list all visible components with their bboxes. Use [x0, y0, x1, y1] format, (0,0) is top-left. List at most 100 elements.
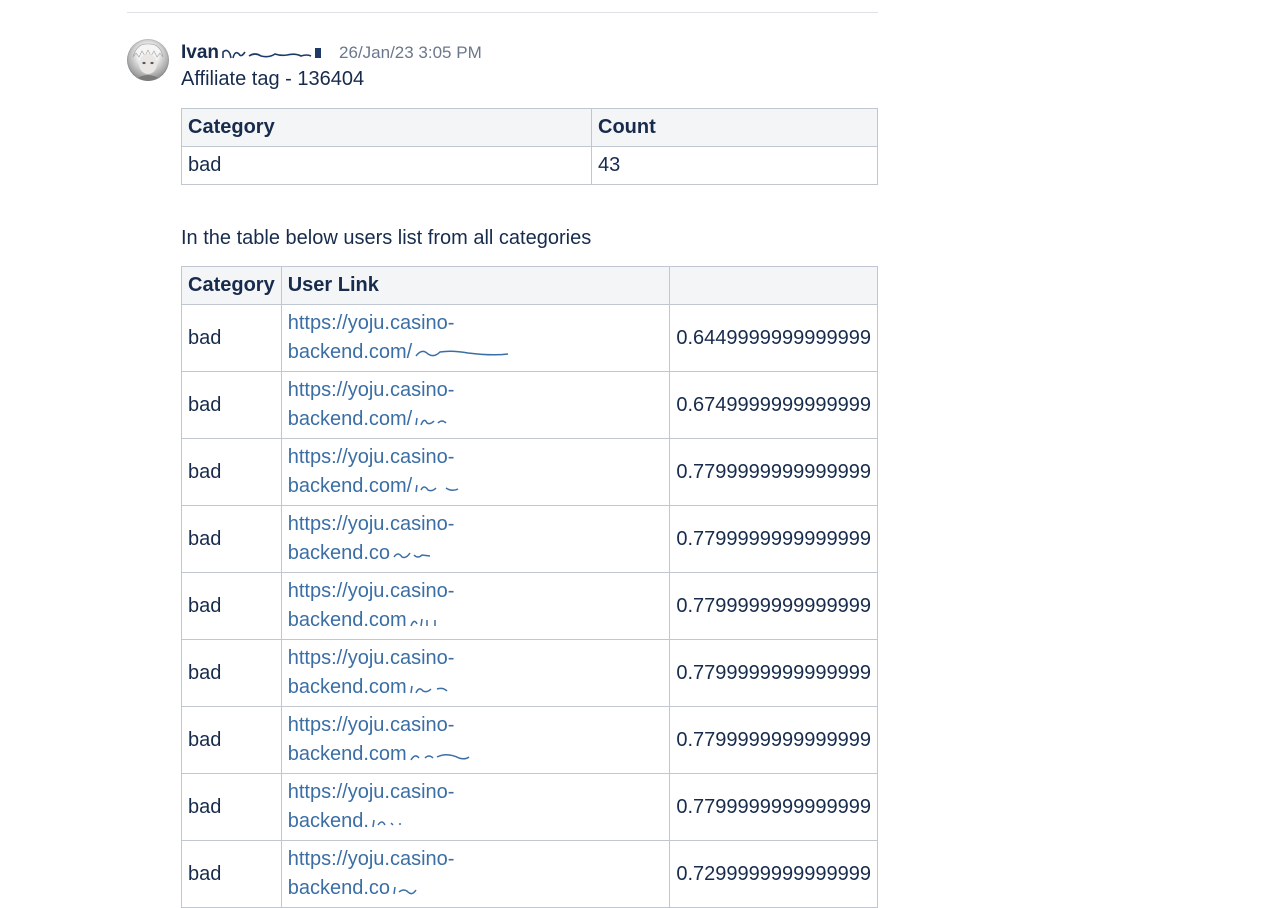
table-row: bad https://yoju.casino-backend.com/0.644… — [181, 304, 878, 372]
user-link-line-2[interactable]: backend.co — [288, 539, 664, 568]
category-cell: bad — [181, 371, 282, 439]
redaction-scribble — [415, 484, 459, 492]
table-header-row: Category User Link — [181, 266, 878, 305]
user-link-line-2-text[interactable]: backend.com — [288, 609, 407, 631]
score-cell: 0.7799999999999999 — [669, 572, 878, 640]
user-link-line-2[interactable]: backend.com/ — [288, 338, 664, 367]
user-link-line-2-text[interactable]: backend.com — [288, 743, 407, 765]
table-header-row: Category Count — [181, 108, 878, 147]
score-cell: 0.7299999999999999 — [669, 840, 878, 908]
redaction-scribble — [409, 685, 448, 694]
users-table-body: bad https://yoju.casino-backend.com/0.644… — [181, 304, 878, 908]
comment-header: Ivan 26/Jan/23 3:05 PM — [181, 42, 482, 64]
category-cell: bad — [181, 438, 282, 506]
table-row: bad 43 — [181, 146, 878, 185]
category-cell: bad — [181, 706, 282, 774]
user-link-line-2[interactable]: backend.com — [288, 673, 664, 702]
column-header-user-link: User Link — [280, 266, 671, 305]
category-cell: bad — [181, 639, 282, 707]
user-link-line-1[interactable]: https://yoju.casino- — [288, 644, 664, 673]
user-link-line-2-text[interactable]: backend.com — [288, 676, 407, 698]
category-cell: bad — [181, 840, 282, 908]
user-link-line-2-text[interactable]: backend.com/ — [288, 408, 413, 430]
table-row: bad https://yoju.casino-backend.com 0.7799… — [181, 572, 878, 640]
author-name[interactable]: Ivan — [181, 42, 219, 64]
score-cell: 0.6449999999999999 — [669, 304, 878, 372]
user-link-line-2[interactable]: backend.com — [288, 606, 664, 635]
category-cell: bad — [181, 773, 282, 841]
user-link-line-1[interactable]: https://yoju.casino- — [288, 577, 664, 606]
user-link-cell: https://yoju.casino-backend.com — [280, 572, 671, 640]
comment-timestamp[interactable]: 26/Jan/23 3:05 PM — [339, 43, 482, 63]
score-cell: 0.7799999999999999 — [669, 773, 878, 841]
category-cell: bad — [181, 505, 282, 573]
redaction-scribble — [393, 552, 431, 558]
score-cell: 0.7799999999999999 — [669, 706, 878, 774]
user-link-cell: https://yoju.casino-backend. — [280, 773, 671, 841]
user-link[interactable]: https://yoju.casino-backend. — [288, 778, 664, 836]
summary-table: Category Count bad 43 — [181, 108, 878, 185]
user-link-line-1[interactable]: https://yoju.casino- — [288, 376, 664, 405]
user-link-line-2-text[interactable]: backend.com/ — [288, 341, 413, 363]
user-link-cell: https://yoju.casino-backend.com — [280, 706, 671, 774]
category-cell: bad — [181, 572, 282, 640]
user-link-line-2-text[interactable]: backend. — [288, 810, 369, 832]
redaction-scribble — [415, 417, 447, 425]
top-divider — [127, 12, 878, 13]
score-cell: 0.7799999999999999 — [669, 438, 878, 506]
user-link[interactable]: https://yoju.casino-backend.com/ — [288, 309, 664, 367]
column-header-score — [669, 266, 878, 305]
user-link-line-2[interactable]: backend. — [288, 807, 664, 836]
user-link[interactable]: https://yoju.casino-backend.com/ — [288, 443, 664, 501]
score-cell: 0.7799999999999999 — [669, 505, 878, 573]
redaction-scribble — [409, 618, 436, 626]
table-row: bad https://yoju.casino-backend.com 0.7799… — [181, 639, 878, 707]
user-link[interactable]: https://yoju.casino-backend.com — [288, 577, 664, 635]
redaction-scribble — [410, 753, 470, 761]
table-row: bad https://yoju.casino-backend.com/0.779… — [181, 438, 878, 506]
redaction-scribble — [393, 886, 417, 895]
user-link-cell: https://yoju.casino-backend.co — [280, 840, 671, 908]
score-cell: 0.7799999999999999 — [669, 639, 878, 707]
user-link-line-2[interactable]: backend.com — [288, 740, 664, 769]
user-link-line-2-text[interactable]: backend.co — [288, 877, 390, 899]
column-header-category: Category — [181, 108, 592, 147]
table-row: bad https://yoju.casino-backend.co 0.77999… — [181, 505, 878, 573]
user-link-line-1[interactable]: https://yoju.casino- — [288, 711, 664, 740]
redaction-scribble — [372, 819, 401, 827]
count-cell: 43 — [591, 146, 878, 185]
user-link-cell: https://yoju.casino-backend.com/ — [280, 304, 671, 372]
user-link[interactable]: https://yoju.casino-backend.com — [288, 644, 664, 702]
user-link-line-1[interactable]: https://yoju.casino- — [288, 778, 664, 807]
users-table: Category User Link bad https://yoju.casin… — [181, 266, 878, 908]
score-cell: 0.6749999999999999 — [669, 371, 878, 439]
user-link-cell: https://yoju.casino-backend.com — [280, 639, 671, 707]
redaction-scribble — [222, 48, 322, 59]
table-row: bad https://yoju.casino-backend.com 0.7799… — [181, 706, 878, 774]
user-link-cell: https://yoju.casino-backend.co — [280, 505, 671, 573]
user-link-line-2-text[interactable]: backend.co — [288, 542, 390, 564]
user-link-line-2[interactable]: backend.com/ — [288, 405, 664, 434]
column-header-category: Category — [181, 266, 282, 305]
category-cell: bad — [181, 146, 592, 185]
user-link-line-2-text[interactable]: backend.com/ — [288, 475, 413, 497]
user-link-line-2[interactable]: backend.co — [288, 874, 664, 903]
user-link-line-1[interactable]: https://yoju.casino- — [288, 845, 664, 874]
avatar[interactable] — [127, 39, 169, 81]
user-link[interactable]: https://yoju.casino-backend.com — [288, 711, 664, 769]
category-cell: bad — [181, 304, 282, 372]
user-link[interactable]: https://yoju.casino-backend.co — [288, 510, 664, 568]
user-link-line-1[interactable]: https://yoju.casino- — [288, 309, 664, 338]
user-link[interactable]: https://yoju.casino-backend.com/ — [288, 376, 664, 434]
user-link-line-1[interactable]: https://yoju.casino- — [288, 510, 664, 539]
table-row: bad https://yoju.casino-backend.com/0.674… — [181, 371, 878, 439]
user-link[interactable]: https://yoju.casino-backend.co — [288, 845, 664, 903]
table-row: bad https://yoju.casino-backend.co 0.72999… — [181, 840, 878, 908]
user-link-cell: https://yoju.casino-backend.com/ — [280, 371, 671, 439]
user-link-cell: https://yoju.casino-backend.com/ — [280, 438, 671, 506]
comment-intro: Affiliate tag - 136404 — [181, 68, 365, 90]
table-row: bad https://yoju.casino-backend. 0.7799999… — [181, 773, 878, 841]
redaction-scribble — [415, 350, 509, 357]
user-link-line-1[interactable]: https://yoju.casino- — [288, 443, 664, 472]
user-link-line-2[interactable]: backend.com/ — [288, 472, 664, 501]
